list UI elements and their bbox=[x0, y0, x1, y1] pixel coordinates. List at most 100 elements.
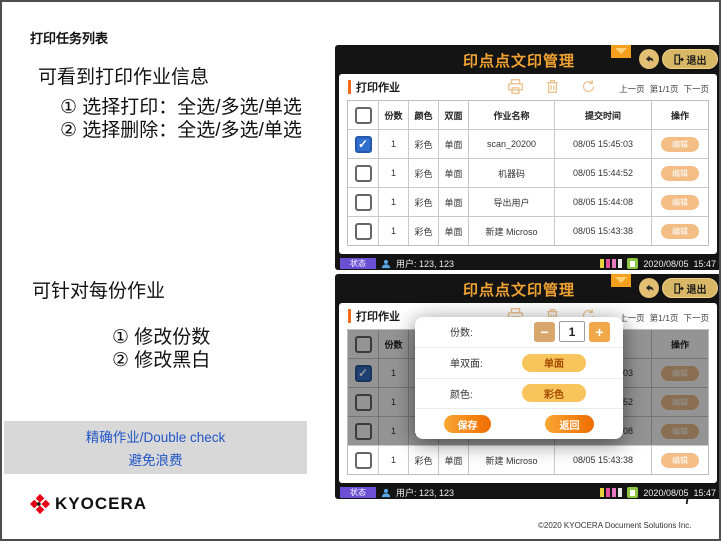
row-checkbox[interactable] bbox=[355, 165, 372, 182]
home-button[interactable] bbox=[639, 278, 659, 298]
jobs-table: 份数 颜色 双面 作业名称 提交时间 操作 ✓ 1 彩色 单面 scan_202… bbox=[347, 100, 709, 246]
cell-copies: 1 bbox=[378, 188, 408, 216]
page-indicator: 第1/1页 bbox=[650, 312, 679, 324]
row-checkbox[interactable] bbox=[355, 394, 372, 411]
edit-button[interactable]: 编辑 bbox=[661, 395, 699, 410]
save-button[interactable]: 保存 bbox=[444, 415, 491, 433]
exit-label: 退出 bbox=[687, 281, 707, 296]
table-row: 1 彩色 单面 新建 Microso 08/05 15:43:38 编辑 bbox=[348, 216, 708, 245]
printer-screenshot-2: 印点点文印管理 退出 打印作业 bbox=[335, 274, 721, 499]
cell-color: 彩色 bbox=[408, 217, 438, 245]
table-row: 1 彩色 单面 导出用户 08/05 15:44:08 编辑 bbox=[348, 187, 708, 216]
paper-status-icon bbox=[627, 487, 638, 498]
app-title: 印点点文印管理 bbox=[463, 279, 575, 300]
cell-name: 新建 Microso bbox=[468, 446, 554, 474]
status-time: 15:47 bbox=[693, 259, 716, 269]
cell-duplex: 单面 bbox=[438, 188, 468, 216]
refresh-button[interactable] bbox=[581, 79, 596, 94]
user-icon bbox=[381, 488, 391, 498]
edit-button[interactable]: 编辑 bbox=[661, 224, 699, 239]
cell-copies: 1 bbox=[378, 217, 408, 245]
app-titlebar: 印点点文印管理 退出 bbox=[335, 45, 721, 74]
cell-copies: 1 bbox=[378, 130, 408, 158]
exit-label: 退出 bbox=[687, 52, 707, 67]
table-row: 1 彩色 单面 新建 Microso 08/05 15:43:38 编辑 bbox=[348, 445, 708, 474]
select-all-checkbox[interactable] bbox=[355, 336, 372, 353]
app-titlebar: 印点点文印管理 退出 bbox=[335, 274, 721, 303]
toner-indicator bbox=[600, 488, 622, 497]
prev-page-button[interactable]: 上一页 bbox=[619, 83, 645, 95]
cell-duplex: 单面 bbox=[438, 217, 468, 245]
edit-button[interactable]: 编辑 bbox=[661, 166, 699, 181]
row-checkbox[interactable] bbox=[355, 223, 372, 240]
paper-status-icon bbox=[627, 258, 638, 269]
status-date: 2020/08/05 bbox=[643, 488, 688, 498]
cell-color: 彩色 bbox=[408, 446, 438, 474]
decrease-copies-button[interactable]: − bbox=[534, 322, 555, 342]
status-bar: 状态 用户: 123, 123 2020/08/05 15:47 bbox=[335, 257, 721, 270]
cell-name: 新建 Microso bbox=[468, 217, 554, 245]
duplex-toggle-button[interactable]: 单面 bbox=[522, 354, 586, 372]
row-checkbox[interactable]: ✓ bbox=[355, 136, 372, 153]
printer-screenshot-1: 印点点文印管理 退出 打印作业 bbox=[335, 45, 721, 270]
next-page-button[interactable]: 下一页 bbox=[683, 312, 709, 324]
edit-button[interactable]: 编辑 bbox=[661, 137, 699, 152]
cell-color: 彩色 bbox=[408, 159, 438, 187]
status-badge: 状态 bbox=[340, 258, 376, 269]
print-button[interactable] bbox=[507, 79, 524, 94]
exit-button[interactable]: 退出 bbox=[662, 49, 718, 69]
next-page-button[interactable]: 下一页 bbox=[683, 83, 709, 95]
home-button[interactable] bbox=[639, 49, 659, 69]
panel-title: 打印作业 bbox=[356, 308, 400, 324]
column-header-copies: 份数 bbox=[378, 101, 408, 129]
accent-bar bbox=[348, 80, 351, 94]
user-label: 用户: 123, 123 bbox=[396, 257, 454, 270]
callout-line-1: 精确作业/Double check bbox=[86, 426, 226, 446]
cell-copies: 1 bbox=[378, 388, 408, 416]
table-header-row: 份数 颜色 双面 作业名称 提交时间 操作 bbox=[348, 101, 708, 129]
status-date: 2020/08/05 bbox=[643, 259, 688, 269]
cell-copies: 1 bbox=[378, 446, 408, 474]
cell-duplex: 单面 bbox=[438, 159, 468, 187]
kyocera-logo-text: KYOCERA bbox=[55, 494, 147, 514]
exit-button[interactable]: 退出 bbox=[662, 278, 718, 298]
row-checkbox[interactable] bbox=[355, 423, 372, 440]
row-checkbox[interactable] bbox=[355, 452, 372, 469]
copyright-text: ©2020 KYOCERA Document Solutions Inc. bbox=[538, 521, 692, 530]
user-icon bbox=[381, 259, 391, 269]
accent-bar bbox=[348, 309, 351, 323]
edit-button[interactable]: 编辑 bbox=[661, 424, 699, 439]
cell-copies: 1 bbox=[378, 417, 408, 445]
column-header-action: 操作 bbox=[651, 101, 708, 129]
section2-heading: 可针对每份作业 bbox=[32, 276, 165, 303]
cell-duplex: 单面 bbox=[438, 446, 468, 474]
status-badge: 状态 bbox=[340, 487, 376, 498]
cell-name: scan_20200 bbox=[468, 130, 554, 158]
section1-bullet-2: ② 选择删除：全选/多选/单选 bbox=[60, 115, 302, 142]
toolbar bbox=[507, 79, 596, 94]
row-checkbox[interactable]: ✓ bbox=[355, 365, 372, 382]
table-row: 1 彩色 单面 机器码 08/05 15:44:52 编辑 bbox=[348, 158, 708, 187]
row-checkbox[interactable] bbox=[355, 194, 372, 211]
duplex-label: 单双面: bbox=[450, 355, 483, 370]
column-header-duplex: 双面 bbox=[438, 101, 468, 129]
column-header-name: 作业名称 bbox=[468, 101, 554, 129]
color-row: 颜色: 彩色 bbox=[415, 378, 623, 409]
edit-button[interactable]: 编辑 bbox=[661, 453, 699, 468]
edit-button[interactable]: 编辑 bbox=[661, 195, 699, 210]
column-header-action: 操作 bbox=[651, 330, 708, 358]
delete-button[interactable] bbox=[546, 79, 559, 94]
select-all-checkbox[interactable] bbox=[355, 107, 372, 124]
column-header-time: 提交时间 bbox=[554, 101, 651, 129]
cell-time: 08/05 15:43:38 bbox=[554, 217, 651, 245]
exit-door-icon bbox=[674, 283, 684, 294]
back-button[interactable]: 返回 bbox=[545, 415, 594, 433]
increase-copies-button[interactable]: + bbox=[589, 322, 610, 342]
edit-button[interactable]: 编辑 bbox=[661, 366, 699, 381]
callout-line-2: 避免浪费 bbox=[129, 449, 183, 469]
color-label: 颜色: bbox=[450, 386, 473, 401]
cell-name: 导出用户 bbox=[468, 188, 554, 216]
color-toggle-button[interactable]: 彩色 bbox=[522, 384, 586, 402]
cell-name: 机器码 bbox=[468, 159, 554, 187]
copies-stepper: − 1 + bbox=[534, 321, 610, 342]
